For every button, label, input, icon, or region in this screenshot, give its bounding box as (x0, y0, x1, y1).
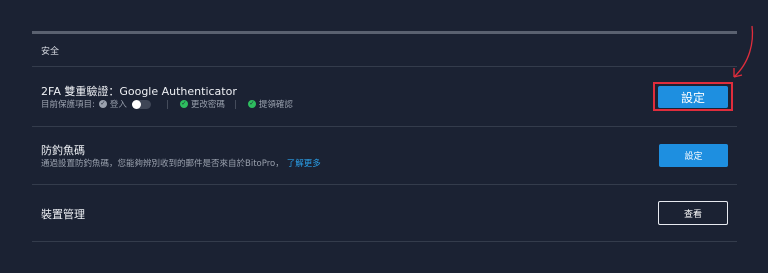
section-title: 安全 (41, 47, 60, 57)
divider (32, 66, 737, 67)
toggle-knob (131, 99, 141, 109)
anti-phishing-setup-button[interactable]: 設定 (659, 144, 728, 167)
separator (234, 99, 236, 109)
top-divider (32, 31, 737, 34)
curved-arrow-icon (733, 25, 754, 78)
divider (32, 126, 737, 127)
divider (32, 184, 737, 185)
protect-label: 目前保護項目: (41, 100, 95, 110)
check-circle-icon: ✓ (179, 100, 188, 108)
anti-phishing-title: 防釣魚碼 (41, 144, 85, 157)
check-circle-icon: ✓ (247, 100, 256, 108)
device-view-button[interactable]: 查看 (658, 201, 728, 225)
change-password-label: 更改密碼 (190, 100, 225, 110)
learn-more-link[interactable]: 了解更多 (287, 157, 321, 169)
withdraw-confirm-label: 提領確認 (258, 100, 293, 110)
login-label: 登入 (109, 100, 127, 110)
security-settings-panel: 安全 2FA 雙重驗證：Google Authenticator 目前保護項目:… (0, 0, 768, 273)
anti-phishing-description: 通過設置防釣魚碼，您能夠辨別收到的郵件是否來自於BitoPro， 了解更多 (41, 157, 321, 169)
divider (32, 241, 737, 242)
highlight-box (653, 82, 733, 111)
separator (166, 99, 168, 109)
twofa-protected-items: 目前保護項目: ✓ 登入 ✓ 更改密碼 ✓ 提領確認 (41, 98, 293, 110)
login-toggle[interactable] (131, 99, 151, 109)
check-circle-icon: ✓ (98, 100, 107, 108)
twofa-title: 2FA 雙重驗證：Google Authenticator (41, 85, 237, 98)
anti-phishing-text: 通過設置防釣魚碼，您能夠辨別收到的郵件是否來自於BitoPro， (41, 159, 284, 169)
device-management-title: 裝置管理 (41, 208, 85, 221)
